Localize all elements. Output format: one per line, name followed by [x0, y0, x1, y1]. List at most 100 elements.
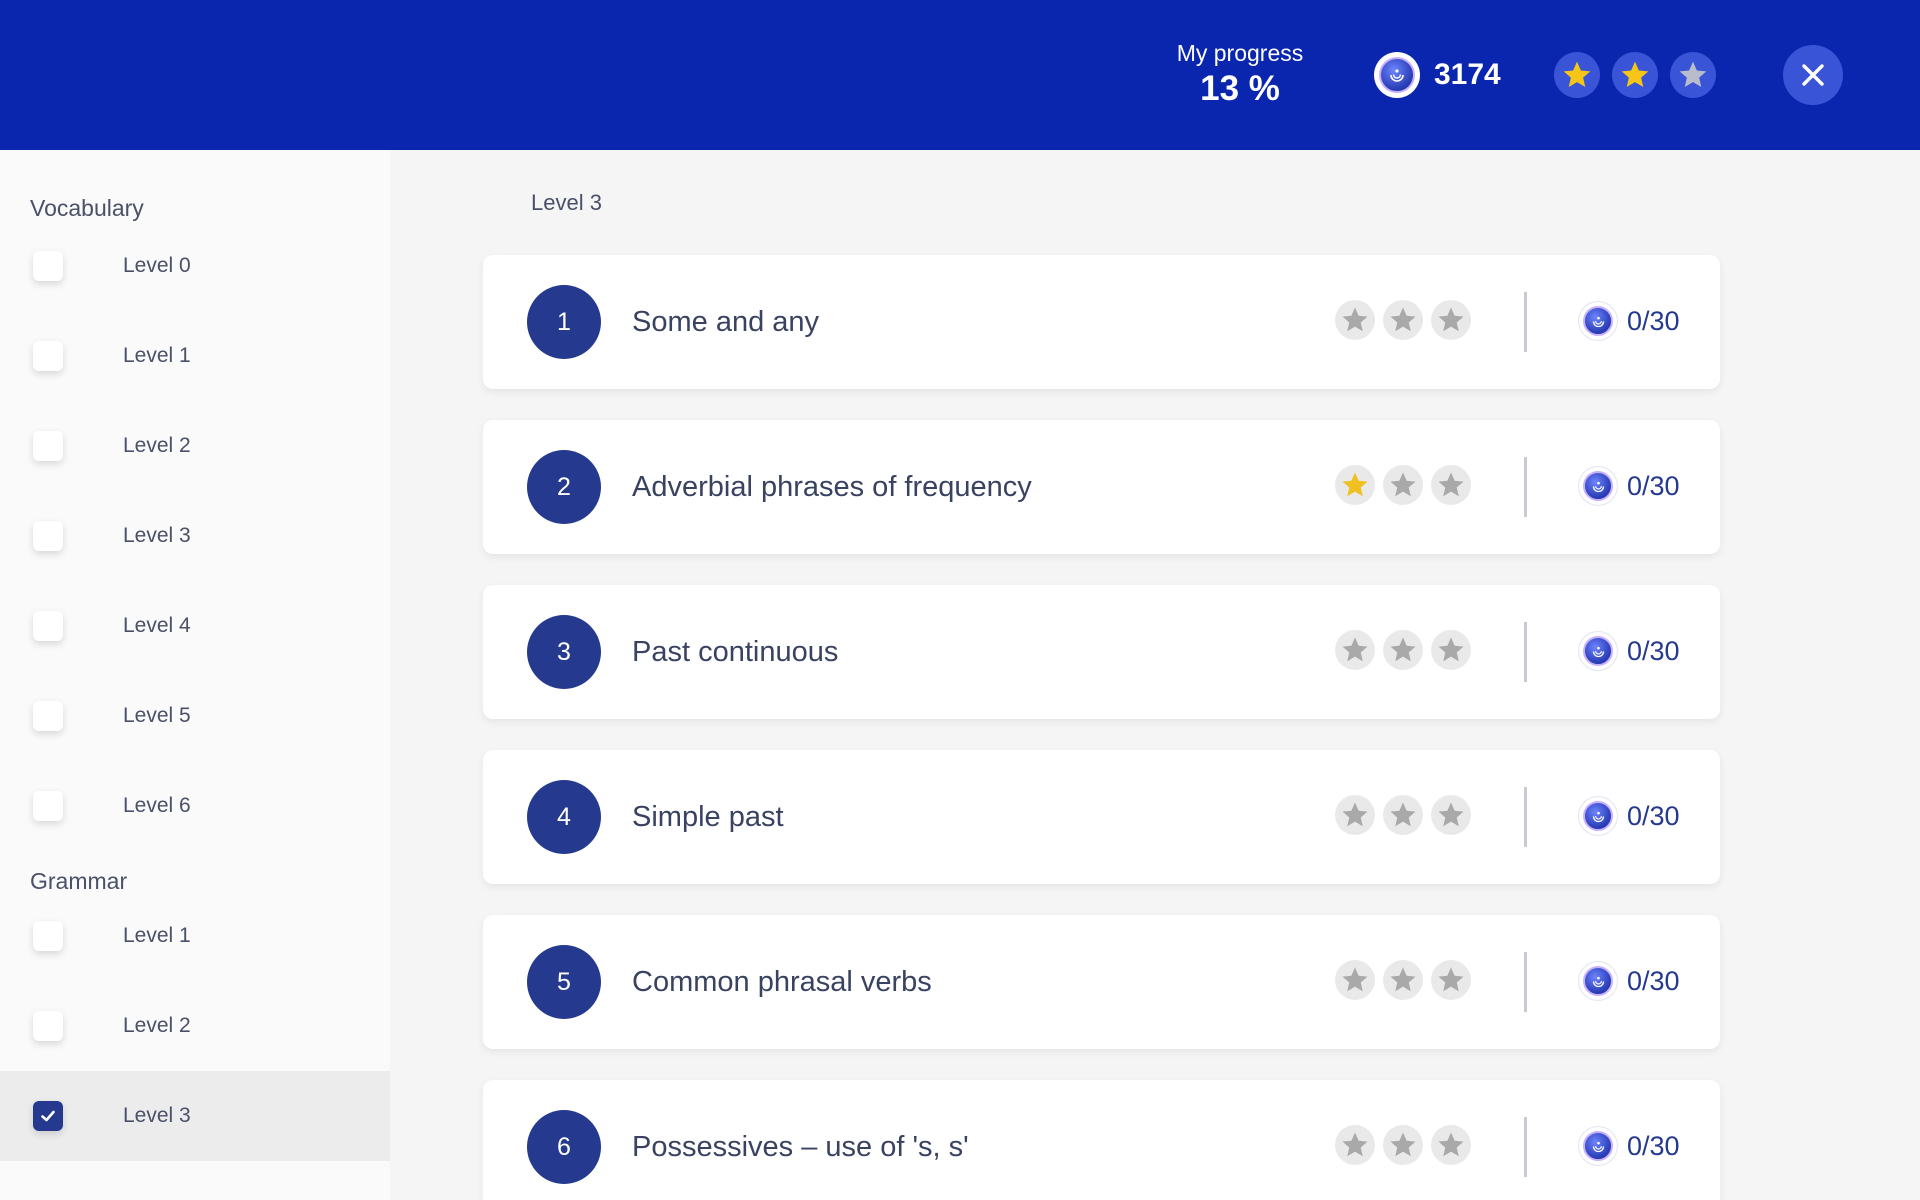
divider	[1524, 457, 1527, 517]
top-bar: My progress 13 % 3174	[0, 0, 1920, 150]
progress-summary: My progress 13 %	[1150, 40, 1330, 109]
score-text: 0/30	[1627, 1130, 1680, 1161]
divider	[1524, 787, 1527, 847]
lesson-number: 4	[527, 780, 601, 854]
lesson-score: 0/30	[1579, 797, 1680, 835]
divider	[1524, 1117, 1527, 1177]
coin-icon	[1579, 797, 1617, 835]
lesson-title: Past continuous	[632, 635, 839, 668]
level-label: Level 3	[123, 1104, 191, 1127]
lesson-stars	[1335, 465, 1471, 505]
star-icon	[1335, 960, 1375, 1000]
lesson-score: 0/30	[1579, 467, 1680, 505]
star-icon	[1383, 300, 1423, 340]
star-icon	[1335, 630, 1375, 670]
lesson-title: Some and any	[632, 305, 820, 338]
score-text: 0/30	[1627, 635, 1680, 666]
star-icon	[1383, 1125, 1423, 1165]
star-icon	[1431, 960, 1471, 1000]
coin-count: 3174	[1434, 58, 1501, 91]
level-checkbox[interactable]	[33, 521, 63, 551]
star-icon	[1431, 795, 1471, 835]
level-filter-item[interactable]: Level 2	[0, 981, 390, 1071]
star-icon	[1335, 300, 1375, 340]
lesson-number: 5	[527, 945, 601, 1019]
lesson-card[interactable]: 2 Adverbial phrases of frequency 0/30	[483, 420, 1720, 554]
level-filter-item[interactable]: Level 3	[0, 1071, 390, 1161]
level-checkbox[interactable]	[33, 251, 63, 281]
lesson-stars	[1335, 300, 1471, 340]
level-label: Level 3	[123, 524, 191, 547]
lesson-card[interactable]: 6 Possessives – use of 's, s' 0/30	[483, 1080, 1720, 1200]
level-checkbox[interactable]	[33, 791, 63, 821]
coin-icon	[1374, 52, 1420, 98]
level-filter-item[interactable]: Level 5	[0, 671, 390, 761]
star-icon	[1670, 52, 1716, 98]
level-filter-item[interactable]: Level 2	[0, 401, 390, 491]
lesson-title: Possessives – use of 's, s'	[632, 1130, 969, 1163]
level-checkbox[interactable]	[33, 341, 63, 371]
coin-icon	[1579, 467, 1617, 505]
lesson-score: 0/30	[1579, 1127, 1680, 1165]
level-checkbox[interactable]	[33, 1101, 63, 1131]
level-filter-item[interactable]: Level 1	[0, 891, 390, 981]
close-button[interactable]	[1783, 45, 1843, 105]
lesson-title: Simple past	[632, 800, 784, 833]
level-filter-item[interactable]: Level 0	[0, 221, 390, 311]
lesson-score: 0/30	[1579, 962, 1680, 1000]
lesson-stars	[1335, 960, 1471, 1000]
coin-icon	[1579, 962, 1617, 1000]
level-label: Level 6	[123, 794, 191, 817]
lesson-score: 0/30	[1579, 302, 1680, 340]
star-icon	[1383, 960, 1423, 1000]
coin-icon	[1579, 302, 1617, 340]
lesson-number: 1	[527, 285, 601, 359]
divider	[1524, 952, 1527, 1012]
lesson-score: 0/30	[1579, 632, 1680, 670]
score-text: 0/30	[1627, 965, 1680, 996]
star-icon	[1431, 1125, 1471, 1165]
lesson-number: 2	[527, 450, 601, 524]
page-title: Level 3	[531, 190, 602, 215]
level-label: Level 1	[123, 924, 191, 947]
level-checkbox[interactable]	[33, 431, 63, 461]
lesson-number: 6	[527, 1110, 601, 1184]
lesson-card[interactable]: 4 Simple past 0/30	[483, 750, 1720, 884]
star-icon	[1335, 1125, 1375, 1165]
divider	[1524, 622, 1527, 682]
coin-icon	[1579, 1127, 1617, 1165]
coin-balance: 3174	[1374, 52, 1501, 98]
level-label: Level 5	[123, 704, 191, 727]
lesson-card[interactable]: 1 Some and any 0/30	[483, 255, 1720, 389]
level-filter-item[interactable]: Level 1	[0, 311, 390, 401]
star-icon	[1554, 52, 1600, 98]
lesson-stars	[1335, 795, 1471, 835]
lesson-card[interactable]: 5 Common phrasal verbs 0/30	[483, 915, 1720, 1049]
lesson-card[interactable]: 3 Past continuous 0/30	[483, 585, 1720, 719]
check-icon	[41, 1110, 55, 1122]
star-icon	[1431, 465, 1471, 505]
level-filter-item[interactable]: Level 4	[0, 581, 390, 671]
level-checkbox[interactable]	[33, 1011, 63, 1041]
star-icon	[1431, 630, 1471, 670]
progress-value: 13 %	[1200, 69, 1280, 108]
progress-label: My progress	[1176, 40, 1304, 66]
level-checkbox[interactable]	[33, 611, 63, 641]
level-checkbox[interactable]	[33, 701, 63, 731]
star-icon	[1383, 465, 1423, 505]
score-text: 0/30	[1627, 470, 1680, 501]
star-icon	[1383, 795, 1423, 835]
star-icon	[1431, 300, 1471, 340]
coin-icon	[1579, 632, 1617, 670]
score-text: 0/30	[1627, 800, 1680, 831]
close-icon	[1802, 64, 1824, 86]
level-filter-item[interactable]: Level 6	[0, 761, 390, 851]
star-icon	[1383, 630, 1423, 670]
header-stars	[1554, 52, 1716, 98]
lesson-stars	[1335, 1125, 1471, 1165]
level-filter-item[interactable]: Level 3	[0, 491, 390, 581]
lesson-number: 3	[527, 615, 601, 689]
level-checkbox[interactable]	[33, 921, 63, 951]
sidebar: Vocabulary Level 0 Level 1 Level 2 Level 3 Le…	[0, 150, 390, 1200]
lesson-title: Common phrasal verbs	[632, 965, 932, 998]
